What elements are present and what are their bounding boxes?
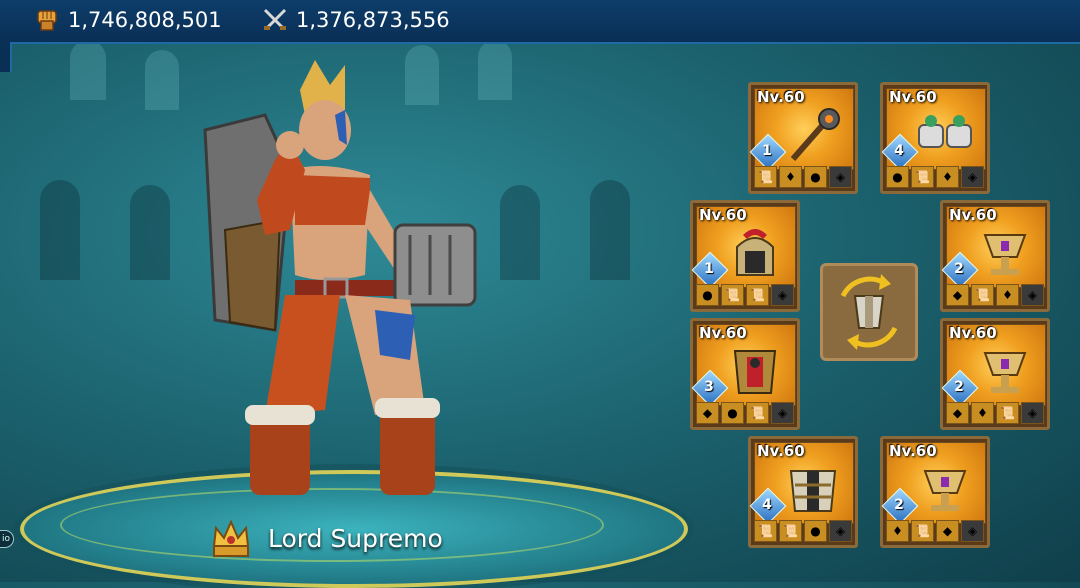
- jewel-socket[interactable]: 📜: [911, 520, 934, 542]
- hero-title: Lord Supremo: [268, 524, 443, 553]
- slot-level: Nv.60: [949, 324, 997, 342]
- swap-gear-button[interactable]: [820, 263, 918, 361]
- side-tab[interactable]: io: [0, 530, 14, 548]
- kills-value: 1,376,873,556: [296, 8, 450, 32]
- slot-level: Nv.60: [699, 206, 747, 224]
- jewel-socket[interactable]: ◈: [829, 520, 852, 542]
- refine-level: 1: [762, 143, 772, 159]
- jewel-socket[interactable]: ●: [696, 284, 719, 306]
- jewel-socket[interactable]: 📜: [746, 284, 769, 306]
- jewel-socket[interactable]: ◈: [1021, 284, 1044, 306]
- refine-level: 4: [894, 143, 904, 159]
- chalice-icon: [983, 352, 1027, 393]
- jewel-socket[interactable]: ◆: [946, 402, 969, 424]
- refine-level: 3: [704, 379, 714, 395]
- slot-level: Nv.60: [949, 206, 997, 224]
- slot-level: Nv.60: [699, 324, 747, 342]
- equipment-slot-chalice-3[interactable]: Nv.60 2 ♦ 📜 ◆ ◈: [880, 436, 990, 548]
- jewel-socket[interactable]: 📜: [779, 520, 802, 542]
- mace-icon: [790, 108, 840, 161]
- jewel-socket[interactable]: ♦: [886, 520, 909, 542]
- resource-bar: 1,746,808,501 1,376,873,556: [0, 0, 1080, 44]
- gem-row: ● 📜 📜 ◈: [696, 284, 794, 306]
- chalice-icon: [923, 470, 967, 511]
- jewel-socket[interactable]: ◆: [946, 284, 969, 306]
- armor-swap-icon: [840, 274, 898, 350]
- jewel-socket[interactable]: ♦: [936, 166, 959, 188]
- slot-level: Nv.60: [889, 88, 937, 106]
- equipment-slot-chest[interactable]: Nv.60 4 📜 📜 ● ◈: [748, 436, 858, 548]
- equipment-slot-chalice-1[interactable]: Nv.60 2 ◆ 📜 ♦ ◈: [940, 200, 1050, 312]
- jewel-socket[interactable]: 📜: [754, 520, 777, 542]
- gem-row: ◆ ♦ 📜 ◈: [946, 402, 1044, 424]
- slot-level: Nv.60: [889, 442, 937, 460]
- wall-arch: [500, 185, 540, 280]
- gem-row: 📜 📜 ● ◈: [754, 520, 852, 542]
- hero-character[interactable]: [195, 60, 495, 505]
- fist-icon: [37, 10, 57, 31]
- wall-arch: [590, 180, 630, 280]
- window-arch: [70, 40, 106, 100]
- jewel-socket[interactable]: ◈: [961, 166, 984, 188]
- refine-level: 4: [762, 497, 772, 513]
- jewel-socket[interactable]: ◈: [961, 520, 984, 542]
- window-arch: [145, 50, 179, 110]
- kills-counter: 1,376,873,556: [262, 7, 450, 33]
- jewel-socket[interactable]: ●: [804, 520, 827, 542]
- jewel-socket[interactable]: ◈: [771, 284, 794, 306]
- jewel-socket[interactable]: 📜: [996, 402, 1019, 424]
- jewel-socket[interactable]: ●: [886, 166, 909, 188]
- jewel-socket[interactable]: ●: [721, 402, 744, 424]
- chalice-icon: [983, 234, 1027, 275]
- equipment-slot-accessory[interactable]: Nv.60 4 ● 📜 ♦ ◈: [880, 82, 990, 194]
- jewel-socket[interactable]: 📜: [911, 166, 934, 188]
- equipment-slot-armor[interactable]: Nv.60 3 ◆ ● 📜 ◈: [690, 318, 800, 430]
- jewel-socket[interactable]: 📜: [746, 402, 769, 424]
- slot-level: Nv.60: [757, 88, 805, 106]
- gem-row: ● 📜 ♦ ◈: [886, 166, 984, 188]
- wall-arch: [40, 180, 80, 280]
- refine-level: 2: [894, 497, 904, 513]
- jewel-socket[interactable]: ◆: [696, 402, 719, 424]
- might-value: 1,746,808,501: [68, 8, 222, 32]
- refine-level: 1: [704, 261, 714, 277]
- equipment-slot-chalice-2[interactable]: Nv.60 2 ◆ ♦ 📜 ◈: [940, 318, 1050, 430]
- refine-level: 2: [954, 261, 964, 277]
- jewel-socket[interactable]: ●: [804, 166, 827, 188]
- jewel-socket[interactable]: 📜: [721, 284, 744, 306]
- might-counter: 1,746,808,501: [34, 7, 222, 33]
- helmet-icon: [736, 229, 774, 276]
- gauntlets-icon: [918, 115, 972, 148]
- jewel-socket[interactable]: ♦: [779, 166, 802, 188]
- left-panel-edge: [0, 42, 12, 72]
- wall-arch: [130, 185, 170, 280]
- jewel-socket[interactable]: ♦: [971, 402, 994, 424]
- jewel-socket[interactable]: ◈: [771, 402, 794, 424]
- jewel-socket[interactable]: 📜: [754, 166, 777, 188]
- crossed-swords-icon: [263, 8, 287, 31]
- slot-level: Nv.60: [757, 442, 805, 460]
- gem-row: ◆ ● 📜 ◈: [696, 402, 794, 424]
- armor-icon: [733, 350, 777, 394]
- chest-plate-icon: [789, 470, 837, 512]
- equipment-slot-helmet[interactable]: Nv.60 1 ● 📜 📜 ◈: [690, 200, 800, 312]
- crown-icon: [212, 519, 250, 557]
- jewel-socket[interactable]: ◆: [936, 520, 959, 542]
- jewel-socket[interactable]: ◈: [1021, 402, 1044, 424]
- equipment-slot-weapon[interactable]: Nv.60 1 📜 ♦ ● ◈: [748, 82, 858, 194]
- gem-row: ♦ 📜 ◆ ◈: [886, 520, 984, 542]
- jewel-socket[interactable]: ♦: [996, 284, 1019, 306]
- jewel-socket[interactable]: ◈: [829, 166, 852, 188]
- refine-level: 2: [954, 379, 964, 395]
- gem-row: 📜 ♦ ● ◈: [754, 166, 852, 188]
- gem-row: ◆ 📜 ♦ ◈: [946, 284, 1044, 306]
- jewel-socket[interactable]: 📜: [971, 284, 994, 306]
